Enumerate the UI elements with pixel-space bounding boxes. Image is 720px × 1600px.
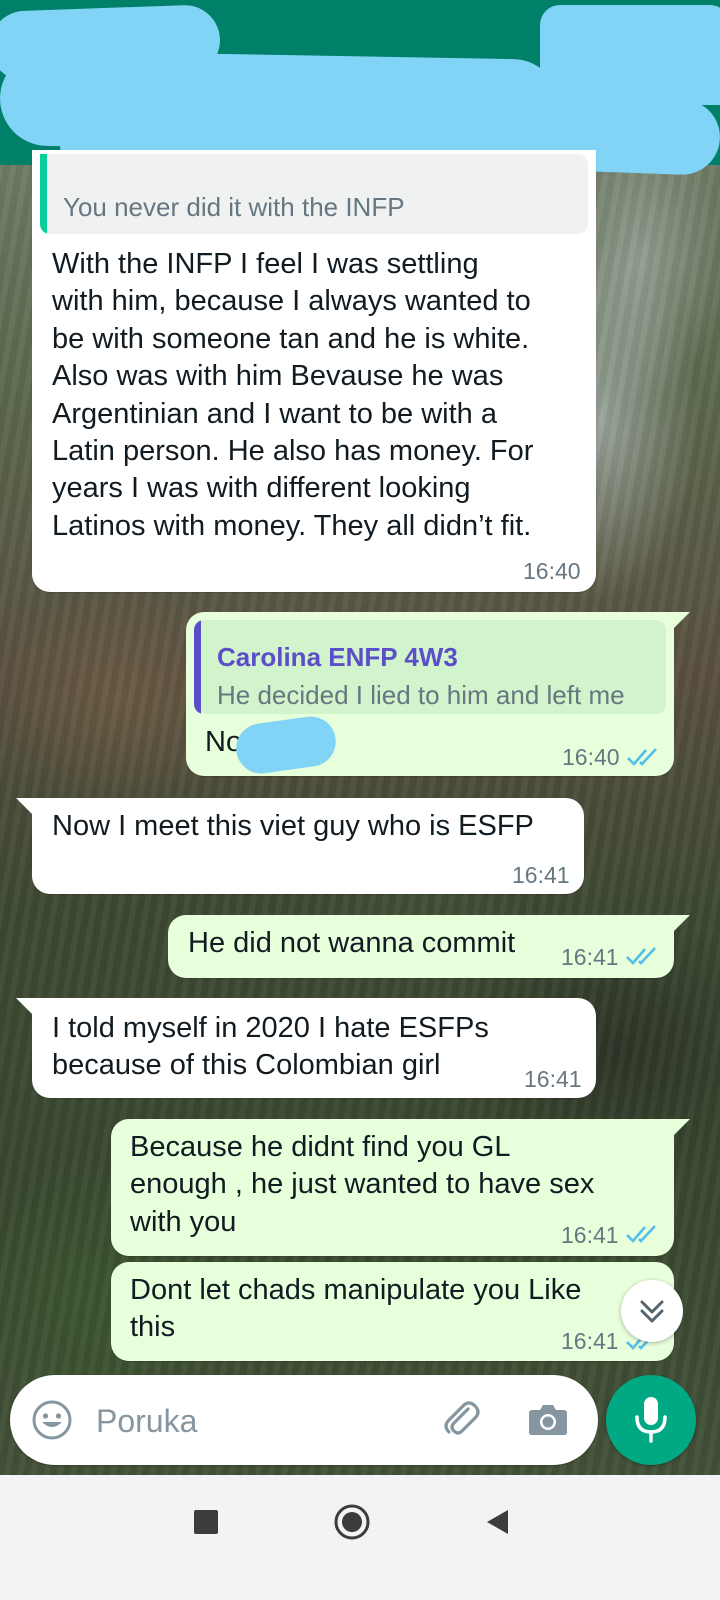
message-time: 16:40 [562, 744, 620, 770]
read-receipt-icon [626, 947, 656, 965]
message-text: I told myself in 2020 I hate ESFPs becau… [52, 1012, 489, 1082]
back-triangle-icon[interactable] [484, 1508, 510, 1536]
bubble-tail [672, 612, 690, 630]
recents-square-icon[interactable] [193, 1509, 219, 1535]
scroll-to-bottom-button[interactable] [621, 1280, 683, 1342]
mic-icon [635, 1397, 667, 1443]
attach-icon[interactable] [440, 1398, 484, 1442]
message-outgoing[interactable]: Dont let chads manipulate you Like this … [111, 1262, 674, 1361]
quote-author: Carolina ENFP 4W3 [217, 642, 458, 672]
quoted-message[interactable]: Carolina ENFP 4W3 He decided I lied to h… [194, 620, 666, 714]
message-text: Dont let chads manipulate you Like this [130, 1274, 582, 1344]
read-receipt-icon [627, 748, 657, 766]
double-chevron-down-icon [640, 1300, 664, 1323]
message-time: 16:41 [512, 862, 570, 888]
message-outgoing[interactable]: Carolina ENFP 4W3 He decided I lied to h… [186, 612, 674, 777]
message-incoming[interactable]: You never did it with the INFP With the … [32, 150, 596, 592]
message-text: With the INFP I feel I was settling with… [52, 248, 534, 542]
message-time: 16:41 [561, 1222, 619, 1248]
message-time: 16:41 [524, 1066, 582, 1092]
message-composer[interactable] [10, 1375, 598, 1465]
message-input[interactable] [94, 1393, 418, 1449]
bubble-tail [16, 998, 34, 1016]
bubble-tail [672, 1119, 690, 1137]
message-text: Now I meet this viet guy who is ESFP [52, 810, 534, 842]
message-incoming[interactable]: I told myself in 2020 I hate ESFPs becau… [32, 998, 596, 1098]
message-incoming[interactable]: Now I meet this viet guy who is ESFP 16:… [32, 798, 584, 894]
quote-accent-bar [194, 620, 201, 714]
message-time: 16:41 [561, 944, 619, 970]
voice-message-button[interactable] [606, 1375, 696, 1465]
message-text: Because he didnt find you GL enough , he… [130, 1131, 595, 1238]
quote-accent-bar [40, 154, 47, 234]
quoted-message[interactable]: You never did it with the INFP [40, 154, 588, 234]
message-outgoing[interactable]: Because he didnt find you GL enough , he… [111, 1119, 674, 1256]
quote-text: You never did it with the INFP [63, 192, 405, 222]
read-receipt-icon [626, 1225, 656, 1243]
message-text: He did not wanna commit [188, 927, 516, 959]
chat-header[interactable] [0, 0, 720, 176]
camera-icon[interactable] [526, 1397, 570, 1441]
message-time: 16:40 [523, 558, 581, 584]
redaction-scribble [540, 5, 720, 105]
message-outgoing[interactable]: He did not wanna commit 16:41 [168, 915, 674, 978]
bubble-tail [672, 915, 690, 933]
message-time: 16:41 [561, 1328, 619, 1354]
redaction-scribble [233, 713, 339, 777]
quote-text: He decided I lied to him and left me [217, 680, 625, 710]
bubble-tail [16, 798, 34, 816]
system-navigation-bar [0, 1475, 720, 1600]
emoji-icon[interactable] [30, 1398, 74, 1442]
home-circle-icon[interactable] [333, 1503, 371, 1541]
